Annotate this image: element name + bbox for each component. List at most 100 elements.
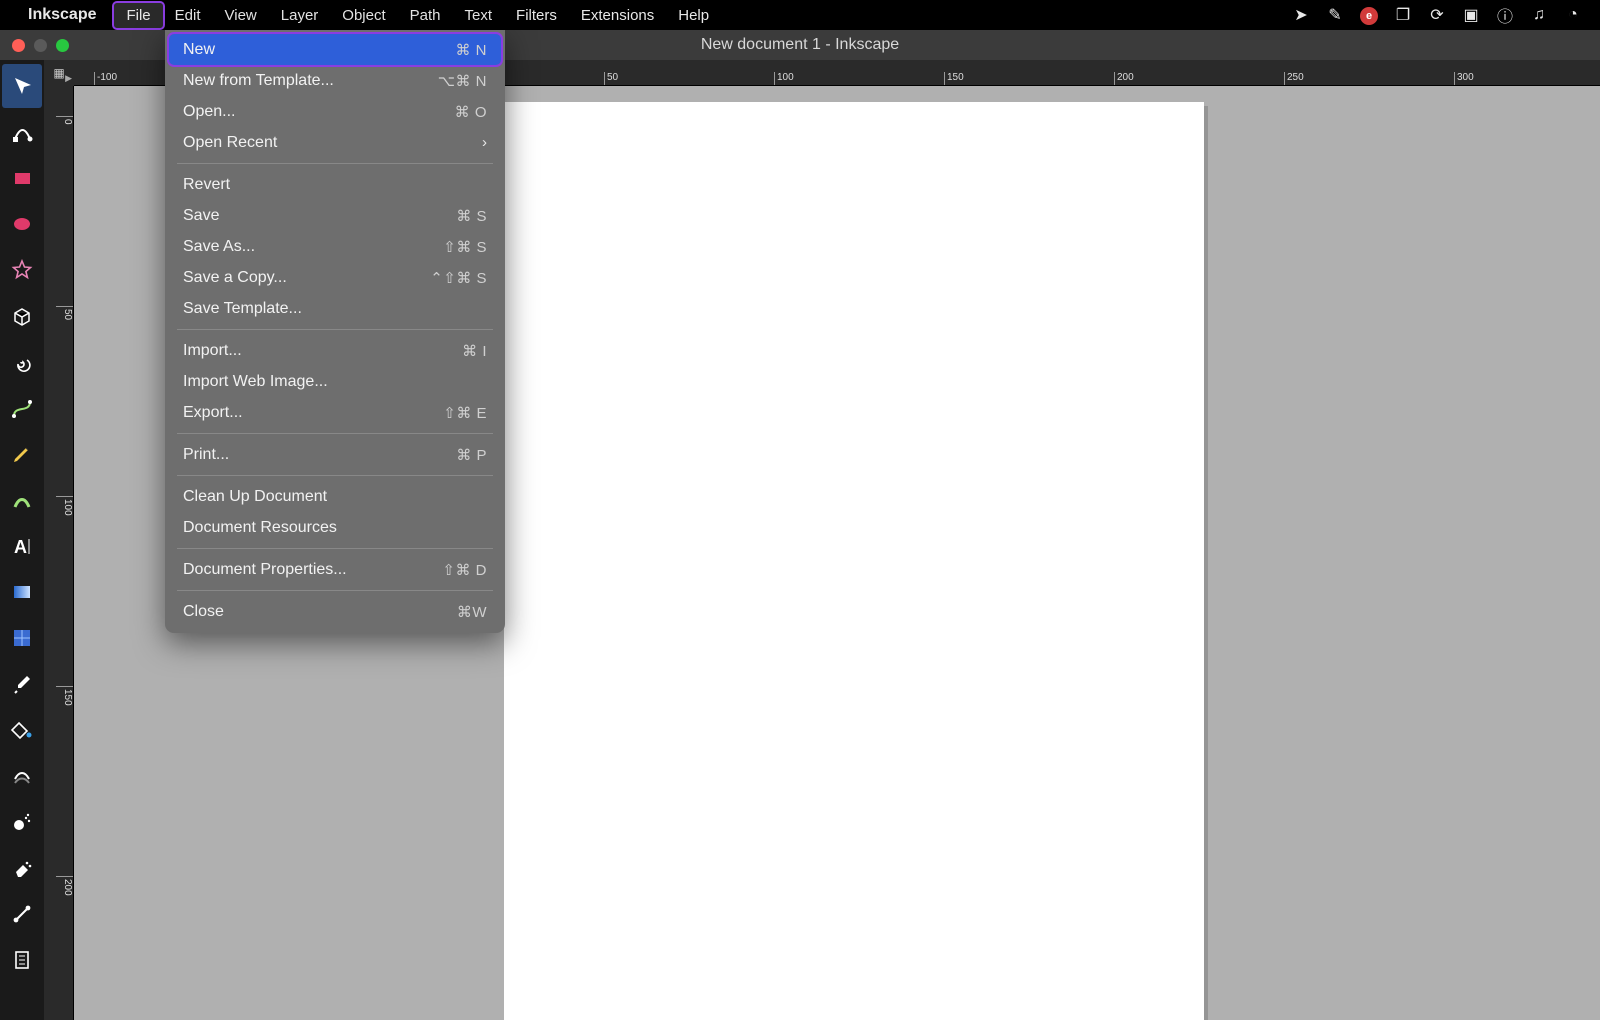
ruler-h-tick: 50 xyxy=(604,72,618,85)
menu-item-label: Save a Copy... xyxy=(183,269,430,287)
file-menu-open[interactable]: Open...⌘ O xyxy=(165,96,505,127)
ruler-h-tick: 300 xyxy=(1454,72,1474,85)
close-window-button[interactable] xyxy=(12,39,25,52)
tool-pages[interactable] xyxy=(2,938,42,982)
window-controls xyxy=(12,39,69,52)
file-menu-export[interactable]: Export...⇧⌘ E xyxy=(165,397,505,428)
menu-item-shortcut: ⌘ P xyxy=(456,446,487,464)
ruler-origin[interactable]: ▦ xyxy=(44,60,74,86)
file-menu-open-recent[interactable]: Open Recent› xyxy=(165,127,505,158)
file-menu-print[interactable]: Print...⌘ P xyxy=(165,439,505,470)
tool-mesh[interactable] xyxy=(2,616,42,660)
tool-connector[interactable] xyxy=(2,892,42,936)
tool-spray[interactable] xyxy=(2,800,42,844)
file-menu-save-as[interactable]: Save As...⇧⌘ S xyxy=(165,231,505,262)
menu-item-label: Revert xyxy=(183,176,487,194)
file-menu-document-properties[interactable]: Document Properties...⇧⌘ D xyxy=(165,554,505,585)
location-icon[interactable]: ➤ xyxy=(1284,5,1318,25)
notification-badge-icon[interactable]: e xyxy=(1352,6,1386,25)
menu-item-label: Clean Up Document xyxy=(183,488,487,506)
tool-bezier[interactable] xyxy=(2,386,42,430)
menu-item-shortcut: ⌘ S xyxy=(456,207,487,225)
ruler-v-tick: 150 xyxy=(56,686,73,706)
ruler-v-tick: 100 xyxy=(56,496,73,516)
app-name[interactable]: Inkscape xyxy=(28,6,96,24)
menu-item-label: Print... xyxy=(183,446,456,464)
menu-item-shortcut: ⌘ I xyxy=(462,342,487,360)
menu-file[interactable]: File xyxy=(114,3,162,28)
menu-filters[interactable]: Filters xyxy=(504,3,569,28)
minimize-window-button[interactable] xyxy=(34,39,47,52)
file-menu-dropdown: New⌘ NNew from Template...⌥⌘ NOpen...⌘ O… xyxy=(165,30,505,633)
tool-spiral[interactable] xyxy=(2,340,42,384)
menu-path[interactable]: Path xyxy=(398,3,453,28)
file-menu-new-from-template[interactable]: New from Template...⌥⌘ N xyxy=(165,65,505,96)
tool-paintbucket[interactable] xyxy=(2,708,42,752)
file-menu-import-web-image[interactable]: Import Web Image... xyxy=(165,366,505,397)
file-menu-new[interactable]: New⌘ N xyxy=(169,34,501,65)
menu-separator xyxy=(177,590,493,591)
headphones-icon[interactable]: ♫ xyxy=(1522,6,1556,24)
menu-layer[interactable]: Layer xyxy=(269,3,331,28)
system-menubar: Inkscape FileEditViewLayerObjectPathText… xyxy=(0,0,1600,30)
tool-dropper[interactable] xyxy=(2,662,42,706)
tool-tweak[interactable] xyxy=(2,754,42,798)
ruler-v-tick: 50 xyxy=(56,306,73,320)
tool-selector[interactable] xyxy=(2,64,42,108)
file-menu-save[interactable]: Save⌘ S xyxy=(165,200,505,231)
tool-eraser[interactable] xyxy=(2,846,42,890)
ruler-h-tick: 200 xyxy=(1114,72,1134,85)
menu-item-label: Document Resources xyxy=(183,519,487,537)
menu-edit[interactable]: Edit xyxy=(163,3,213,28)
menu-item-shortcut: ⌘ O xyxy=(455,103,487,121)
tool-node[interactable] xyxy=(2,110,42,154)
info-icon[interactable]: ⓘ xyxy=(1488,3,1522,27)
zoom-window-button[interactable] xyxy=(56,39,69,52)
ruler-v-tick: 200 xyxy=(56,876,73,896)
tool-ellipse[interactable] xyxy=(2,202,42,246)
menu-item-label: Save xyxy=(183,207,456,225)
menu-item-label: Import... xyxy=(183,342,462,360)
menu-item-shortcut: ⌘ N xyxy=(456,41,488,59)
ruler-vertical[interactable]: 050100150200 xyxy=(44,86,74,1020)
menu-item-shortcut: ⌥⌘ N xyxy=(438,72,487,90)
menu-view[interactable]: View xyxy=(213,3,269,28)
tool-3dbox[interactable] xyxy=(2,294,42,338)
file-menu-document-resources[interactable]: Document Resources xyxy=(165,512,505,543)
tool-calligraphy[interactable] xyxy=(2,478,42,522)
menu-item-shortcut: ⇧⌘ D xyxy=(442,561,487,579)
tool-star[interactable] xyxy=(2,248,42,292)
file-menu-save-a-copy[interactable]: Save a Copy...⌃⇧⌘ S xyxy=(165,262,505,293)
menu-item-label: New from Template... xyxy=(183,72,438,90)
timemachine-icon[interactable]: ⟳ xyxy=(1420,5,1454,25)
menu-extensions[interactable]: Extensions xyxy=(569,3,666,28)
menu-separator xyxy=(177,475,493,476)
clock-icon[interactable]: ◔ xyxy=(1556,6,1590,24)
tool-rectangle[interactable] xyxy=(2,156,42,200)
menu-help[interactable]: Help xyxy=(666,3,721,28)
ruler-h-tick: -100 xyxy=(94,72,117,85)
menu-object[interactable]: Object xyxy=(330,3,397,28)
tool-pencil[interactable] xyxy=(2,432,42,476)
menu-item-label: New xyxy=(183,41,456,59)
menu-separator xyxy=(177,548,493,549)
page[interactable] xyxy=(504,102,1204,1020)
file-menu-close[interactable]: Close⌘W xyxy=(165,596,505,627)
file-menu-import[interactable]: Import...⌘ I xyxy=(165,335,505,366)
menu-item-label: Document Properties... xyxy=(183,561,442,579)
toolbox: A xyxy=(0,60,44,1020)
menu-item-label: Open Recent xyxy=(183,134,482,152)
file-menu-save-template[interactable]: Save Template... xyxy=(165,293,505,324)
tool-gradient[interactable] xyxy=(2,570,42,614)
file-menu-clean-up-document[interactable]: Clean Up Document xyxy=(165,481,505,512)
menu-item-label: Save As... xyxy=(183,238,443,256)
menu-text[interactable]: Text xyxy=(453,3,505,28)
stage-manager-icon[interactable]: ❐ xyxy=(1386,5,1420,25)
menu-item-label: Export... xyxy=(183,404,443,422)
play-icon[interactable]: ▣ xyxy=(1454,5,1488,25)
tool-status-icon[interactable]: ✎ xyxy=(1318,5,1352,25)
menu-separator xyxy=(177,433,493,434)
file-menu-revert[interactable]: Revert xyxy=(165,169,505,200)
tool-text[interactable]: A xyxy=(2,524,42,568)
menu-item-shortcut: ⌃⇧⌘ S xyxy=(430,269,487,287)
